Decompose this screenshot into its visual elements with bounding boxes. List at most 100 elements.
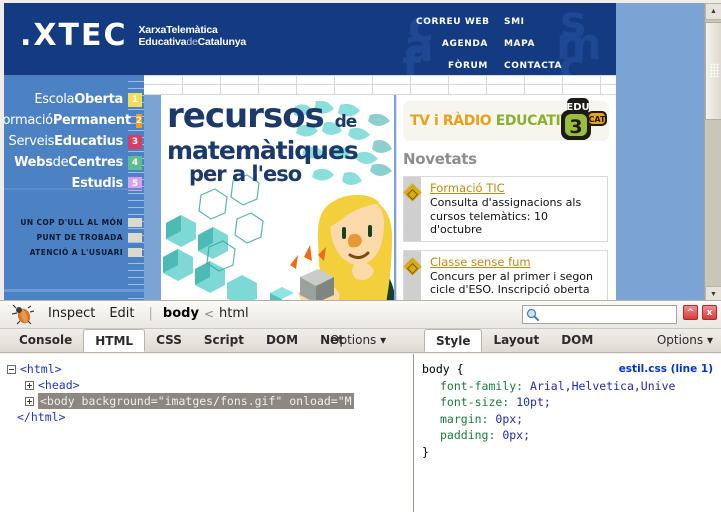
tagline-xarxa: Xarxa <box>138 24 167 36</box>
sidebar-secondary-box-3 <box>128 248 142 257</box>
expand-twisty-icon[interactable] <box>25 397 34 406</box>
edu3cat-logo: EDU 3 CAT <box>561 98 607 140</box>
sidebar-item-un-cop-dull-al-mon[interactable]: UN COP D'ULL AL MÓN <box>4 215 144 230</box>
html-tag-body-selected: <body background="imatges/fons.gif" onlo… <box>38 393 354 409</box>
minimize-button[interactable]: ^ <box>683 305 698 320</box>
sidebar-main-menu: EscolaOberta 1 FormacióPermanent 2 Serve… <box>4 75 144 194</box>
sidebar-badge-3: 3 <box>128 134 142 149</box>
breadcrumb-parent-element[interactable]: html <box>219 306 249 321</box>
news-column: TV i RÀDIO EDUCATIVES! EDU 3 CAT Novetat… <box>396 95 616 300</box>
nav-smi[interactable]: SMI <box>504 11 584 33</box>
tagline-catalunya: Catalunya <box>197 36 247 48</box>
sidebar-badge-4: 4 <box>128 155 142 170</box>
nav-contacta[interactable]: CONTACTA <box>504 55 584 75</box>
banner-line-1-small: de <box>334 112 358 132</box>
tab-script[interactable]: Script <box>193 329 255 352</box>
cartoon-character-illustration <box>270 195 394 300</box>
css-prop-name-font-size: font-size: <box>440 395 510 409</box>
firebug-bug-icon[interactable] <box>12 305 34 325</box>
nav-correu-web[interactable]: CORREU WEB <box>416 11 489 33</box>
html-tree-panel[interactable]: <html> <head> <body background="imatges/… <box>0 354 414 512</box>
scrollbar-thumb[interactable] <box>705 22 721 120</box>
breadcrumb-current-element[interactable]: body <box>163 306 199 321</box>
tab-dom[interactable]: DOM <box>255 329 309 352</box>
collapse-twisty-icon[interactable] <box>7 365 16 374</box>
edit-button[interactable]: Edit <box>109 306 134 321</box>
css-declaration-padding[interactable]: padding: 0px; <box>422 427 721 444</box>
css-source-link[interactable]: estil.css (line 1) <box>619 361 713 378</box>
nav-mapa[interactable]: MAPA <box>504 33 584 55</box>
html-tree-row-html[interactable]: <html> <box>7 361 413 377</box>
sidebar-item-punt-de-trobada[interactable]: PUNT DE TROBADA <box>4 230 144 245</box>
html-tree-row-head[interactable]: <head> <box>7 377 413 393</box>
tv-radio-orange-text: TV i RÀDIO <box>410 113 492 129</box>
left-options-label: Options <box>330 333 377 347</box>
sidebar-secondary-menu: UN COP D'ULL AL MÓN PUNT DE TROBADA ATEN… <box>4 215 144 260</box>
search-icon <box>526 308 539 321</box>
sidebar-item-estudis[interactable]: Estudis 5 <box>4 173 144 194</box>
sidebar-label-bold-1: Oberta <box>74 91 123 107</box>
sidebar-badge-1: 1 <box>128 92 142 107</box>
xtec-logo[interactable]: .XTEC XarxaTelemàtica EducativadeCatalun… <box>20 21 246 51</box>
css-declaration-margin[interactable]: margin: 0px; <box>422 411 721 428</box>
sidebar-item-escola-oberta[interactable]: EscolaOberta 1 <box>4 89 144 110</box>
html-tag-head: <head> <box>38 378 80 392</box>
css-declaration-font-size[interactable]: font-size: 10pt; <box>422 394 721 411</box>
nav-agenda[interactable]: AGENDA <box>416 33 488 55</box>
svg-text:CAT: CAT <box>589 115 606 124</box>
css-prop-value-margin: 0px; <box>495 411 524 426</box>
banner-line-1: recursos <box>167 96 325 136</box>
tab-html[interactable]: HTML <box>83 329 146 352</box>
main-banner[interactable]: recursos de matemàtiques per a l'eso <box>161 95 394 300</box>
svg-text:3: 3 <box>569 116 582 138</box>
expand-twisty-icon[interactable] <box>25 381 34 390</box>
css-close-brace: } <box>422 444 429 459</box>
html-tree-row-body[interactable]: <body background="imatges/fons.gif" onlo… <box>7 393 413 409</box>
tab-style[interactable]: Style <box>424 329 483 352</box>
css-prop-name-font-family: font-family: <box>440 378 524 393</box>
sidebar-badge-2: 2 <box>135 113 142 128</box>
tab-css[interactable]: CSS <box>145 329 193 352</box>
sidebar-label-light-2: Formació <box>4 112 53 128</box>
sidebar-footer-bar <box>4 289 144 292</box>
left-options-menu[interactable]: Options ▾ <box>330 329 386 352</box>
news-item-title[interactable]: Classe sense fum <box>430 255 603 269</box>
search-input[interactable] <box>539 307 671 322</box>
sidebar-secondary-label-1: UN COP D'ULL AL MÓN <box>20 218 123 227</box>
sidebar-item-webs-de-centres[interactable]: WebsdeCentres 4 <box>4 152 144 173</box>
nav-forum[interactable]: FÒRUM <box>416 55 488 75</box>
banner-heading: recursos de matemàtiques per a l'eso <box>167 99 387 185</box>
sidebar-label-bold-4a: Webs <box>14 154 53 170</box>
news-item[interactable]: Formació TIC Consulta d'assignacions als… <box>403 176 608 242</box>
css-prop-value-font-family: Arial,Helvetica,Unive <box>530 378 676 393</box>
banner-line-2: matemàtiques <box>167 136 359 165</box>
scroll-up-arrow-icon[interactable]: ▲ <box>705 3 721 20</box>
news-item-title[interactable]: Formació TIC <box>430 181 603 195</box>
css-prop-name-margin: margin: <box>440 411 489 426</box>
close-button[interactable]: x <box>702 305 717 320</box>
scrollbar-grip-icon <box>710 63 719 77</box>
site-header: c a f s m c .XTEC XarxaTelemàtica Educat… <box>4 3 616 75</box>
xtec-logo-mark: .XTEC <box>20 18 128 53</box>
tab-console[interactable]: Console <box>8 329 83 352</box>
right-options-menu[interactable]: Options ▾ <box>657 329 713 352</box>
sidebar-item-atencio-a-lusuari[interactable]: ATENCIÓ A L'USUARI <box>4 245 144 260</box>
tagline-telematica: Telemàtica <box>166 24 218 36</box>
inspect-button[interactable]: Inspect <box>48 306 95 321</box>
tab-layout[interactable]: Layout <box>482 329 550 352</box>
sidebar-item-serveis-educatius[interactable]: ServeisEducatius 3 <box>4 131 144 152</box>
firebug-left-tabs: Console HTML CSS Script DOM Net <box>8 329 355 353</box>
style-panel[interactable]: estil.css (line 1) body { font-family: A… <box>414 354 721 512</box>
tab-dom-right[interactable]: DOM <box>550 329 604 352</box>
firebug-search-box[interactable] <box>522 305 677 324</box>
css-declaration-font-family[interactable]: font-family: Arial,Helvetica,Unive <box>422 378 721 395</box>
hexagon-pattern-decoration <box>163 174 264 300</box>
news-item[interactable]: Classe sense fum Concurs per al primer i… <box>403 249 608 300</box>
tv-radio-banner[interactable]: TV i RÀDIO EDUCATIVES! EDU 3 CAT <box>403 98 609 141</box>
page-scrollbar[interactable]: ▲ ▼ <box>704 3 721 300</box>
sidebar-secondary-box-2 <box>128 233 142 242</box>
sidebar-item-formacio-permanent[interactable]: FormacióPermanent 2 <box>4 110 144 131</box>
novetats-heading: Novetats <box>403 150 477 168</box>
scroll-down-arrow-icon[interactable]: ▼ <box>705 286 721 300</box>
firebug-tab-bar: Console HTML CSS Script DOM Net Options … <box>0 329 721 353</box>
